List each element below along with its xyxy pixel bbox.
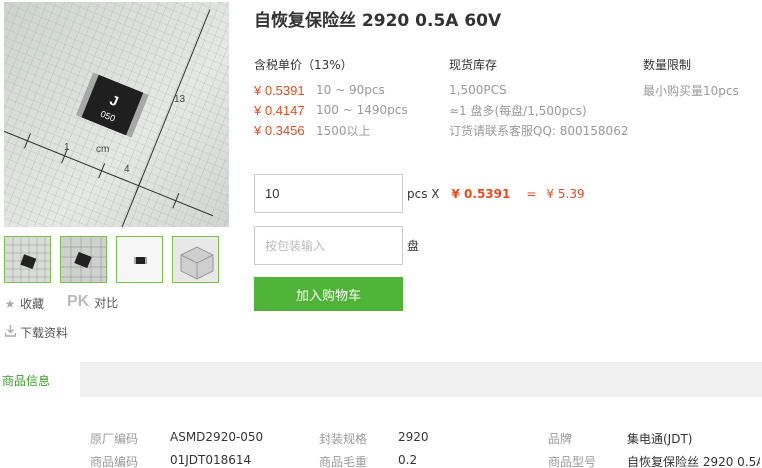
quantity-input[interactable] (254, 174, 403, 213)
spec-value: 自恢复保险丝 2920 0.5A (627, 455, 760, 468)
product-title: 自恢复保险丝 2920 0.5A 60V (254, 11, 502, 31)
ruler-label: cm (96, 144, 109, 155)
unit-price: ¥ 0.5391 (451, 186, 511, 201)
spec-key: 品牌 (548, 432, 573, 446)
stock-info: 现货库存 1,500PCS ≈1 盘多(每盘/1,500pcs) 订货请联系客服… (449, 56, 628, 140)
stock-quantity: 1,500PCS (449, 83, 507, 97)
limit-header: 数量限制 (643, 58, 692, 72)
tier-range: 10 ~ 90pcs (316, 83, 385, 97)
ruler-label: 1 (64, 142, 70, 153)
spec-value: ASMD2920-050 (170, 430, 264, 444)
stock-reels: ≈1 盘多(每盘/1,500pcs) (449, 103, 587, 118)
package-input[interactable] (254, 226, 403, 265)
tier-range: 100 ~ 1490pcs (316, 103, 408, 117)
spec-value: 01JDT018614 (170, 453, 252, 467)
tier-price: ¥ 0.3456 (254, 122, 305, 138)
thumbnail-3[interactable] (116, 236, 163, 283)
package-unit: 盘 (407, 239, 420, 253)
spec-key: 封装规格 (319, 432, 368, 446)
add-to-cart-button[interactable]: 加入购物车 (254, 277, 403, 311)
spec-key: 商品毛重 (319, 455, 368, 468)
tier-price: ¥ 0.4147 (254, 102, 305, 118)
compare-pk-icon: PK (67, 293, 90, 310)
spec-value: 0.2 (398, 453, 418, 467)
spec-value: 集电通(JDT) (627, 432, 693, 446)
download-button[interactable]: 下载资料 (4, 324, 68, 341)
tier-price: ¥ 0.5391 (254, 82, 305, 98)
equals-sign: = (526, 186, 537, 201)
favorite-label: 收藏 (20, 297, 45, 311)
star-icon: ★ (4, 296, 16, 311)
quantity-limit: 数量限制 最小购买量10pcs (643, 56, 739, 100)
thumbnail-strip (4, 236, 219, 283)
thumbnail-4[interactable] (172, 236, 219, 283)
thumbnail-2[interactable] (60, 236, 107, 283)
ruler-label: 4 (124, 164, 130, 175)
price-tier: ¥ 0.5391 10 ~ 90pcs (254, 80, 408, 100)
spec-key: 商品编码 (90, 455, 139, 468)
quantity-unit: pcs X (407, 186, 440, 201)
ruler-label: 13 (174, 94, 186, 105)
tier-range: 1500以上 (316, 123, 371, 138)
compare-button[interactable]: PK 对比 (67, 293, 118, 311)
price-tiers: 含税单价（13%） ¥ 0.5391 10 ~ 90pcs ¥ 0.4147 1… (254, 56, 408, 140)
download-icon (4, 325, 16, 340)
price-header: 含税单价（13%） (254, 58, 353, 72)
price-tier: ¥ 0.3456 1500以上 (254, 120, 408, 140)
quantity-row: pcs X ¥ 0.5391 = ¥ 5.39 (254, 174, 585, 213)
compare-label: 对比 (94, 295, 119, 310)
spec-key: 原厂编码 (90, 432, 139, 446)
thumbnail-1[interactable] (4, 236, 51, 283)
stock-header: 现货库存 (449, 58, 498, 72)
stock-contact: 订货请联系客服QQ: 800158062 (449, 123, 629, 138)
download-label: 下载资料 (20, 326, 69, 340)
limit-min: 最小购买量10pcs (643, 83, 739, 98)
total-price: ¥ 5.39 (546, 186, 585, 201)
product-main-image: 1 4 cm 13 J 050 (4, 2, 229, 227)
detail-tabbar: 商品信息 (0, 362, 762, 397)
spec-key: 商品型号 (548, 455, 597, 468)
tab-product-info[interactable]: 商品信息 (0, 362, 80, 397)
favorite-button[interactable]: ★ 收藏 (4, 295, 44, 312)
price-tier: ¥ 0.4147 100 ~ 1490pcs (254, 100, 408, 120)
spec-value: 2920 (398, 430, 429, 444)
package-row: 盘 (254, 226, 419, 265)
